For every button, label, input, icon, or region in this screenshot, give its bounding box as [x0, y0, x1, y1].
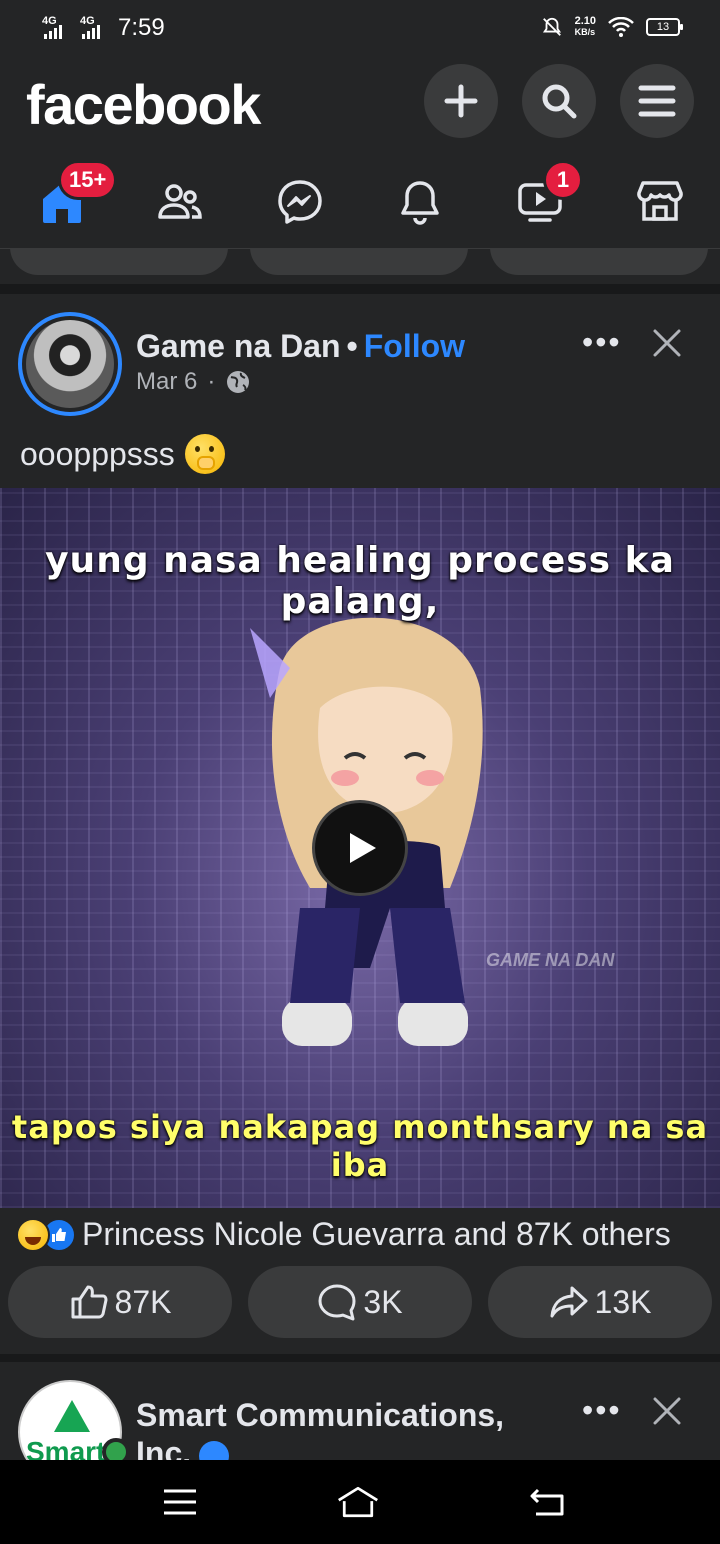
feed-divider — [0, 1354, 720, 1362]
search-icon — [542, 84, 577, 119]
hand-over-mouth-emoji-icon — [184, 434, 225, 474]
avatar-logo-text: Smart — [26, 1436, 106, 1462]
home-nav-icon — [338, 1486, 378, 1518]
share-count: 13K — [594, 1283, 652, 1320]
net-speed: 2.10 KB/s — [574, 15, 596, 38]
comment-button[interactable]: 3K — [248, 1266, 472, 1338]
wifi-icon — [608, 17, 634, 37]
video-bottom-text: tapos siya nakapag monthsary na sa iba — [11, 1108, 709, 1184]
story-chip[interactable] — [490, 249, 708, 275]
plus-icon — [444, 84, 478, 118]
online-indicator — [102, 1438, 130, 1462]
share-icon — [550, 1286, 588, 1318]
smart-logo-icon — [54, 1400, 90, 1432]
video-top-text: yung nasa healing process ka palang, — [45, 540, 675, 622]
post-date[interactable]: Mar 6 — [136, 368, 197, 396]
menu-icon — [638, 85, 676, 117]
verified-icon — [199, 1440, 230, 1462]
post-meta: Mar 6 · — [136, 368, 251, 396]
feed-post-2: Smart Smart Communications, Inc. ••• — [0, 1362, 720, 1462]
marketplace-icon — [637, 181, 683, 221]
author-avatar[interactable] — [18, 312, 122, 416]
video-badge-overlay: 1 — [543, 160, 583, 200]
name-separator: • — [346, 328, 358, 364]
reaction-summary[interactable]: Princess Nicole Guevarra and 87K others — [16, 1216, 671, 1253]
system-nav-bar — [0, 1460, 720, 1544]
share-button[interactable]: 13K — [488, 1266, 712, 1338]
post-header-line: Game na Dan • Follow — [136, 328, 465, 365]
close-icon[interactable] — [650, 326, 684, 360]
story-chip[interactable] — [250, 249, 468, 275]
search-button[interactable] — [522, 64, 596, 138]
back-button[interactable] — [526, 1482, 570, 1522]
battery-icon: 13 — [646, 18, 683, 36]
tab-marketplace[interactable] — [630, 172, 690, 232]
home-badge-overlay: 15+ — [58, 160, 118, 200]
story-chip[interactable] — [10, 249, 228, 275]
feed-post: Game na Dan • Follow Mar 6 · ••• ooopppsss — [0, 294, 720, 1354]
close-icon[interactable] — [650, 1394, 684, 1428]
back-icon — [530, 1488, 564, 1516]
tab-notifications[interactable] — [390, 172, 450, 232]
tab-friends[interactable] — [150, 172, 210, 232]
status-bar: 4G 4G 7:59 2.10 KB/s 13 — [0, 0, 720, 56]
post-caption: ooopppsss — [20, 434, 225, 474]
menu-button[interactable] — [620, 64, 694, 138]
menu-icon — [164, 1489, 196, 1515]
facebook-logo: facebook — [26, 73, 261, 136]
avatar-image — [26, 320, 114, 408]
author-name[interactable]: Game na Dan — [136, 328, 341, 364]
haha-reaction-icon — [16, 1217, 50, 1252]
reaction-text: Princess Nicole Guevarra and 87K others — [82, 1216, 671, 1252]
signal-icon-2: 4G — [80, 15, 110, 39]
home-button[interactable] — [336, 1482, 380, 1522]
comment-icon — [318, 1284, 356, 1321]
feed-divider — [0, 284, 720, 294]
comment-count: 3K — [363, 1283, 403, 1320]
play-icon — [350, 833, 376, 863]
tab-messenger[interactable] — [270, 172, 330, 232]
thumbs-up-icon — [71, 1285, 108, 1319]
globe-icon — [227, 371, 250, 393]
create-button[interactable] — [424, 64, 498, 138]
video-watermark: GAME NA DAN — [486, 950, 615, 970]
like-count: 87K — [114, 1283, 172, 1320]
messenger-icon — [278, 180, 322, 224]
clock: 7:59 — [118, 14, 165, 41]
recents-button[interactable] — [158, 1482, 202, 1522]
follow-button[interactable]: Follow — [364, 328, 465, 364]
friends-icon — [158, 184, 202, 219]
author-name[interactable]: Smart Communications, Inc. — [136, 1396, 556, 1462]
signal-icon: 4G — [42, 15, 72, 39]
like-button[interactable]: 87K — [8, 1266, 232, 1338]
meta-dot: · — [207, 368, 216, 395]
post-actions: 87K 3K 13K — [8, 1266, 712, 1338]
post-options-button[interactable]: ••• — [582, 1392, 622, 1429]
bell-icon — [401, 181, 439, 225]
post-options-button[interactable]: ••• — [582, 324, 622, 361]
app-header: facebook — [0, 56, 720, 156]
play-button[interactable] — [312, 800, 408, 896]
post-video[interactable]: yung nasa healing process ka palang, GAM… — [0, 488, 720, 1208]
stories-peek[interactable] — [0, 248, 720, 288]
alarm-off-icon — [542, 17, 561, 36]
